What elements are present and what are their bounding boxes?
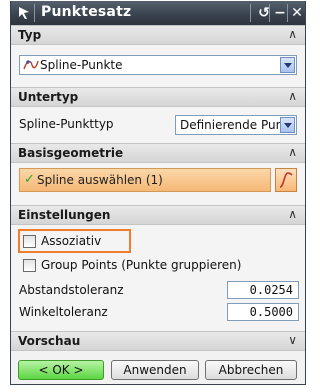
section-vorschau-title: Vorschau — [18, 334, 81, 348]
select-spline-label: Spline auswählen (1) — [37, 173, 163, 187]
spline-curve-button[interactable] — [275, 168, 297, 192]
close-icon[interactable]: ✕ — [288, 3, 306, 23]
section-typ-body: Spline-Punkte — [11, 45, 305, 87]
type-combo[interactable]: Spline-Punkte — [19, 55, 297, 75]
title-divider — [269, 4, 270, 22]
title-bar: Punktesatz ↺ − ✕ — [11, 1, 305, 25]
distance-tolerance-field[interactable]: 0.0254 — [227, 281, 299, 299]
angle-tolerance-field[interactable]: 0.5000 — [227, 303, 299, 321]
group-points-checkbox[interactable] — [23, 259, 36, 272]
title-divider — [34, 4, 35, 22]
section-basisgeometrie-title: Basisgeometrie — [18, 146, 124, 160]
assoc-label: Assoziativ — [41, 234, 102, 248]
section-vorschau-header[interactable]: Vorschau ∨ — [11, 331, 305, 351]
punktesatz-dialog: Punktesatz ↺ − ✕ Typ ∧ Spline-Punkte Unt… — [10, 1, 306, 385]
spline-curve-icon — [279, 172, 293, 188]
chevron-down-icon[interactable] — [280, 117, 295, 133]
section-einstellungen-title: Einstellungen — [18, 208, 111, 222]
section-untertyp-body: Spline-Punkttyp Definierende Punkt — [11, 107, 305, 143]
section-einstellungen-header[interactable]: Einstellungen ∧ — [11, 205, 305, 225]
distance-tolerance-label: Abstandstoleranz — [19, 283, 124, 297]
cancel-button[interactable]: Abbrechen — [205, 360, 297, 380]
apply-button[interactable]: Anwenden — [111, 360, 199, 380]
assoc-checkbox[interactable] — [23, 235, 36, 248]
checkmark-icon: ✓ — [24, 172, 35, 187]
section-typ-title: Typ — [18, 28, 42, 42]
section-typ-header[interactable]: Typ ∧ — [11, 25, 305, 45]
nx-logo-icon — [19, 7, 29, 19]
chevron-down-icon[interactable]: ∨ — [288, 333, 297, 347]
spline-points-icon — [23, 60, 39, 70]
window-title: Punktesatz — [41, 4, 132, 20]
chevron-up-icon[interactable]: ∧ — [288, 145, 297, 159]
type-combo-value: Spline-Punkte — [40, 58, 123, 72]
section-basisgeometrie-body: ✓ Spline auswählen (1) — [11, 163, 305, 205]
chevron-up-icon[interactable]: ∧ — [288, 27, 297, 41]
title-divider — [250, 4, 251, 22]
chevron-down-icon[interactable] — [280, 57, 295, 73]
subtype-label: Spline-Punkttyp — [19, 117, 114, 131]
chevron-up-icon[interactable]: ∧ — [288, 89, 297, 103]
section-untertyp-header[interactable]: Untertyp ∧ — [11, 87, 305, 107]
section-basisgeometrie-header[interactable]: Basisgeometrie ∧ — [11, 143, 305, 163]
chevron-up-icon[interactable]: ∧ — [288, 207, 297, 221]
subtype-combo[interactable]: Definierende Punkt — [175, 115, 297, 135]
group-points-label: Group Points (Punkte gruppieren) — [41, 258, 242, 272]
angle-tolerance-label: Winkeltoleranz — [19, 305, 108, 319]
section-untertyp-title: Untertyp — [18, 90, 79, 104]
select-spline-bar[interactable]: ✓ Spline auswählen (1) — [19, 168, 271, 192]
ok-button[interactable]: < OK > — [18, 360, 104, 380]
subtype-combo-value: Definierende Punkt — [180, 118, 280, 132]
